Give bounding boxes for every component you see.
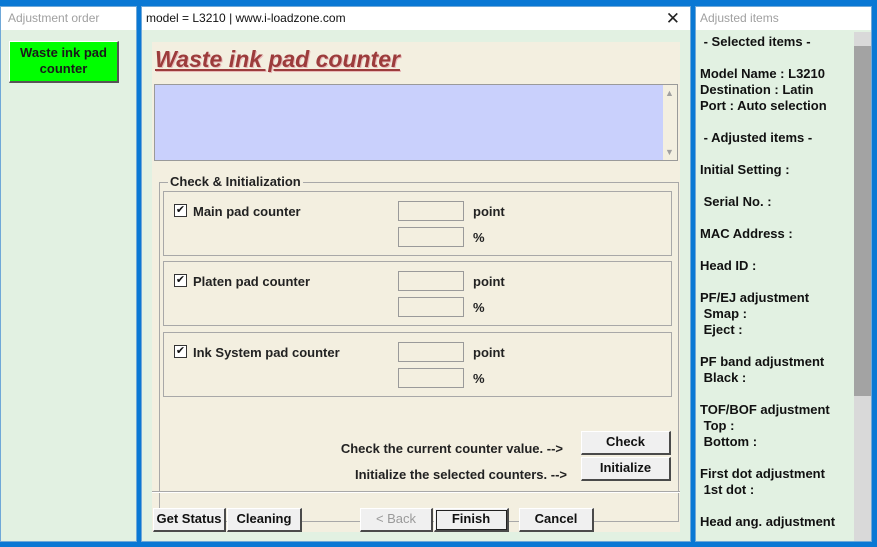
message-area[interactable]: ▲ ▼ xyxy=(154,84,678,161)
ink-system-pad-point-field[interactable] xyxy=(398,342,464,362)
adjusted-item-line: Black : xyxy=(700,370,747,385)
adjusted-item-line xyxy=(700,450,857,466)
waste-ink-pad-counter-item[interactable]: Waste ink pad counter xyxy=(9,41,119,83)
adjusted-item-line: - Selected items - xyxy=(700,34,811,49)
point-unit: point xyxy=(473,204,505,219)
page-title: Waste ink pad counter xyxy=(155,46,400,72)
platen-pad-label: Platen pad counter xyxy=(193,274,311,289)
back-button[interactable]: < Back xyxy=(360,508,433,532)
message-scrollbar[interactable]: ▲ ▼ xyxy=(663,85,677,160)
ink-system-pad-section: ✔ Ink System pad counter point % xyxy=(163,332,672,397)
percent-unit: % xyxy=(473,300,485,315)
adjusted-item-line: Destination : Latin xyxy=(700,82,814,97)
adjusted-item-line: PF/EJ adjustment xyxy=(700,290,810,305)
check-init-group: Check & Initialization ✔ Main pad counte… xyxy=(159,174,679,522)
platen-pad-percent-field[interactable] xyxy=(398,297,464,317)
adjusted-items-title: Adjusted items xyxy=(696,7,871,30)
dialog-title: model = L3210 | www.i-loadzone.com xyxy=(142,7,690,30)
platen-pad-point-field[interactable] xyxy=(398,271,464,291)
adjusted-item-line: Head ID : xyxy=(700,258,757,273)
scroll-down-icon[interactable]: ▼ xyxy=(665,147,674,157)
cleaning-button[interactable]: Cleaning xyxy=(227,508,302,532)
adjusted-item-line xyxy=(700,210,857,226)
close-icon[interactable]: ✕ xyxy=(666,9,680,28)
group-label: Check & Initialization xyxy=(168,174,303,189)
adjusted-item-line: TOF/BOF adjustment xyxy=(700,402,830,417)
adjusted-item-line: Bottom : xyxy=(700,434,758,449)
item-label-line2: counter xyxy=(39,61,88,76)
dialog-content: Waste ink pad counter ▲ ▼ Check & Initia… xyxy=(152,42,680,532)
main-pad-section: ✔ Main pad counter point % xyxy=(163,191,672,256)
adjusted-item-line: Initial Setting : xyxy=(700,162,790,177)
main-dialog: model = L3210 | www.i-loadzone.com ✕ Was… xyxy=(141,6,691,542)
adjusted-items-window: Adjusted items - Selected items - Model N… xyxy=(695,6,872,542)
adjusted-item-line: PF band adjustment xyxy=(700,354,825,369)
item-label-line1: Waste ink pad xyxy=(20,45,107,60)
adjusted-item-line: Head ang. adjustment xyxy=(700,514,836,529)
percent-unit: % xyxy=(473,230,485,245)
adjusted-item-line xyxy=(700,114,857,130)
adjusted-item-line: Serial No. : xyxy=(700,194,772,209)
adjusted-item-line: Port : Auto selection xyxy=(700,98,827,113)
initialize-button[interactable]: Initialize xyxy=(581,457,671,481)
adjusted-item-line xyxy=(700,386,857,402)
adjusted-item-line: - Adjusted items - xyxy=(700,130,813,145)
main-pad-point-field[interactable] xyxy=(398,201,464,221)
main-pad-checkbox[interactable]: ✔ xyxy=(174,204,187,217)
adjusted-item-line: Top : xyxy=(700,418,735,433)
adjusted-item-line: First dot adjustment xyxy=(700,466,825,481)
adjusted-item-line: MAC Address : xyxy=(700,226,793,241)
ink-system-pad-label: Ink System pad counter xyxy=(193,345,340,360)
point-unit: point xyxy=(473,274,505,289)
cancel-button[interactable]: Cancel xyxy=(519,508,594,532)
adjusted-item-line xyxy=(700,50,857,66)
footer-separator xyxy=(152,491,680,493)
platen-pad-checkbox[interactable]: ✔ xyxy=(174,274,187,287)
percent-unit: % xyxy=(473,371,485,386)
scrollbar-thumb[interactable] xyxy=(854,46,871,396)
main-pad-label: Main pad counter xyxy=(193,204,301,219)
adjustment-order-title: Adjustment order xyxy=(1,7,136,30)
adjusted-item-line: 1st dot : xyxy=(700,482,755,497)
finish-button[interactable]: Finish xyxy=(434,508,509,532)
adjusted-item-line: Model Name : L3210 xyxy=(700,66,825,81)
adjusted-item-line xyxy=(700,274,857,290)
main-pad-percent-field[interactable] xyxy=(398,227,464,247)
adjusted-items-scrollbar[interactable] xyxy=(854,32,871,541)
scroll-up-icon[interactable]: ▲ xyxy=(665,88,674,98)
adjusted-item-line: Smap : xyxy=(700,306,747,321)
adjusted-item-line xyxy=(700,242,857,258)
point-unit: point xyxy=(473,345,505,360)
get-status-button[interactable]: Get Status xyxy=(153,508,226,532)
adjusted-item-line xyxy=(700,146,857,162)
adjustment-order-window: Adjustment order Waste ink pad counter xyxy=(0,6,137,542)
ink-system-pad-checkbox[interactable]: ✔ xyxy=(174,345,187,358)
check-caption: Check the current counter value. --> xyxy=(340,441,563,456)
adjusted-item-line xyxy=(700,338,857,354)
platen-pad-section: ✔ Platen pad counter point % xyxy=(163,261,672,326)
adjusted-item-line xyxy=(700,498,857,514)
adjusted-item-line xyxy=(700,178,857,194)
check-button[interactable]: Check xyxy=(581,431,671,455)
adjusted-items-list: - Selected items - Model Name : L3210 Dest… xyxy=(696,32,857,541)
initialize-caption: Initialize the selected counters. --> xyxy=(354,467,567,482)
ink-system-pad-percent-field[interactable] xyxy=(398,368,464,388)
adjusted-item-line: Eject : xyxy=(700,322,743,337)
